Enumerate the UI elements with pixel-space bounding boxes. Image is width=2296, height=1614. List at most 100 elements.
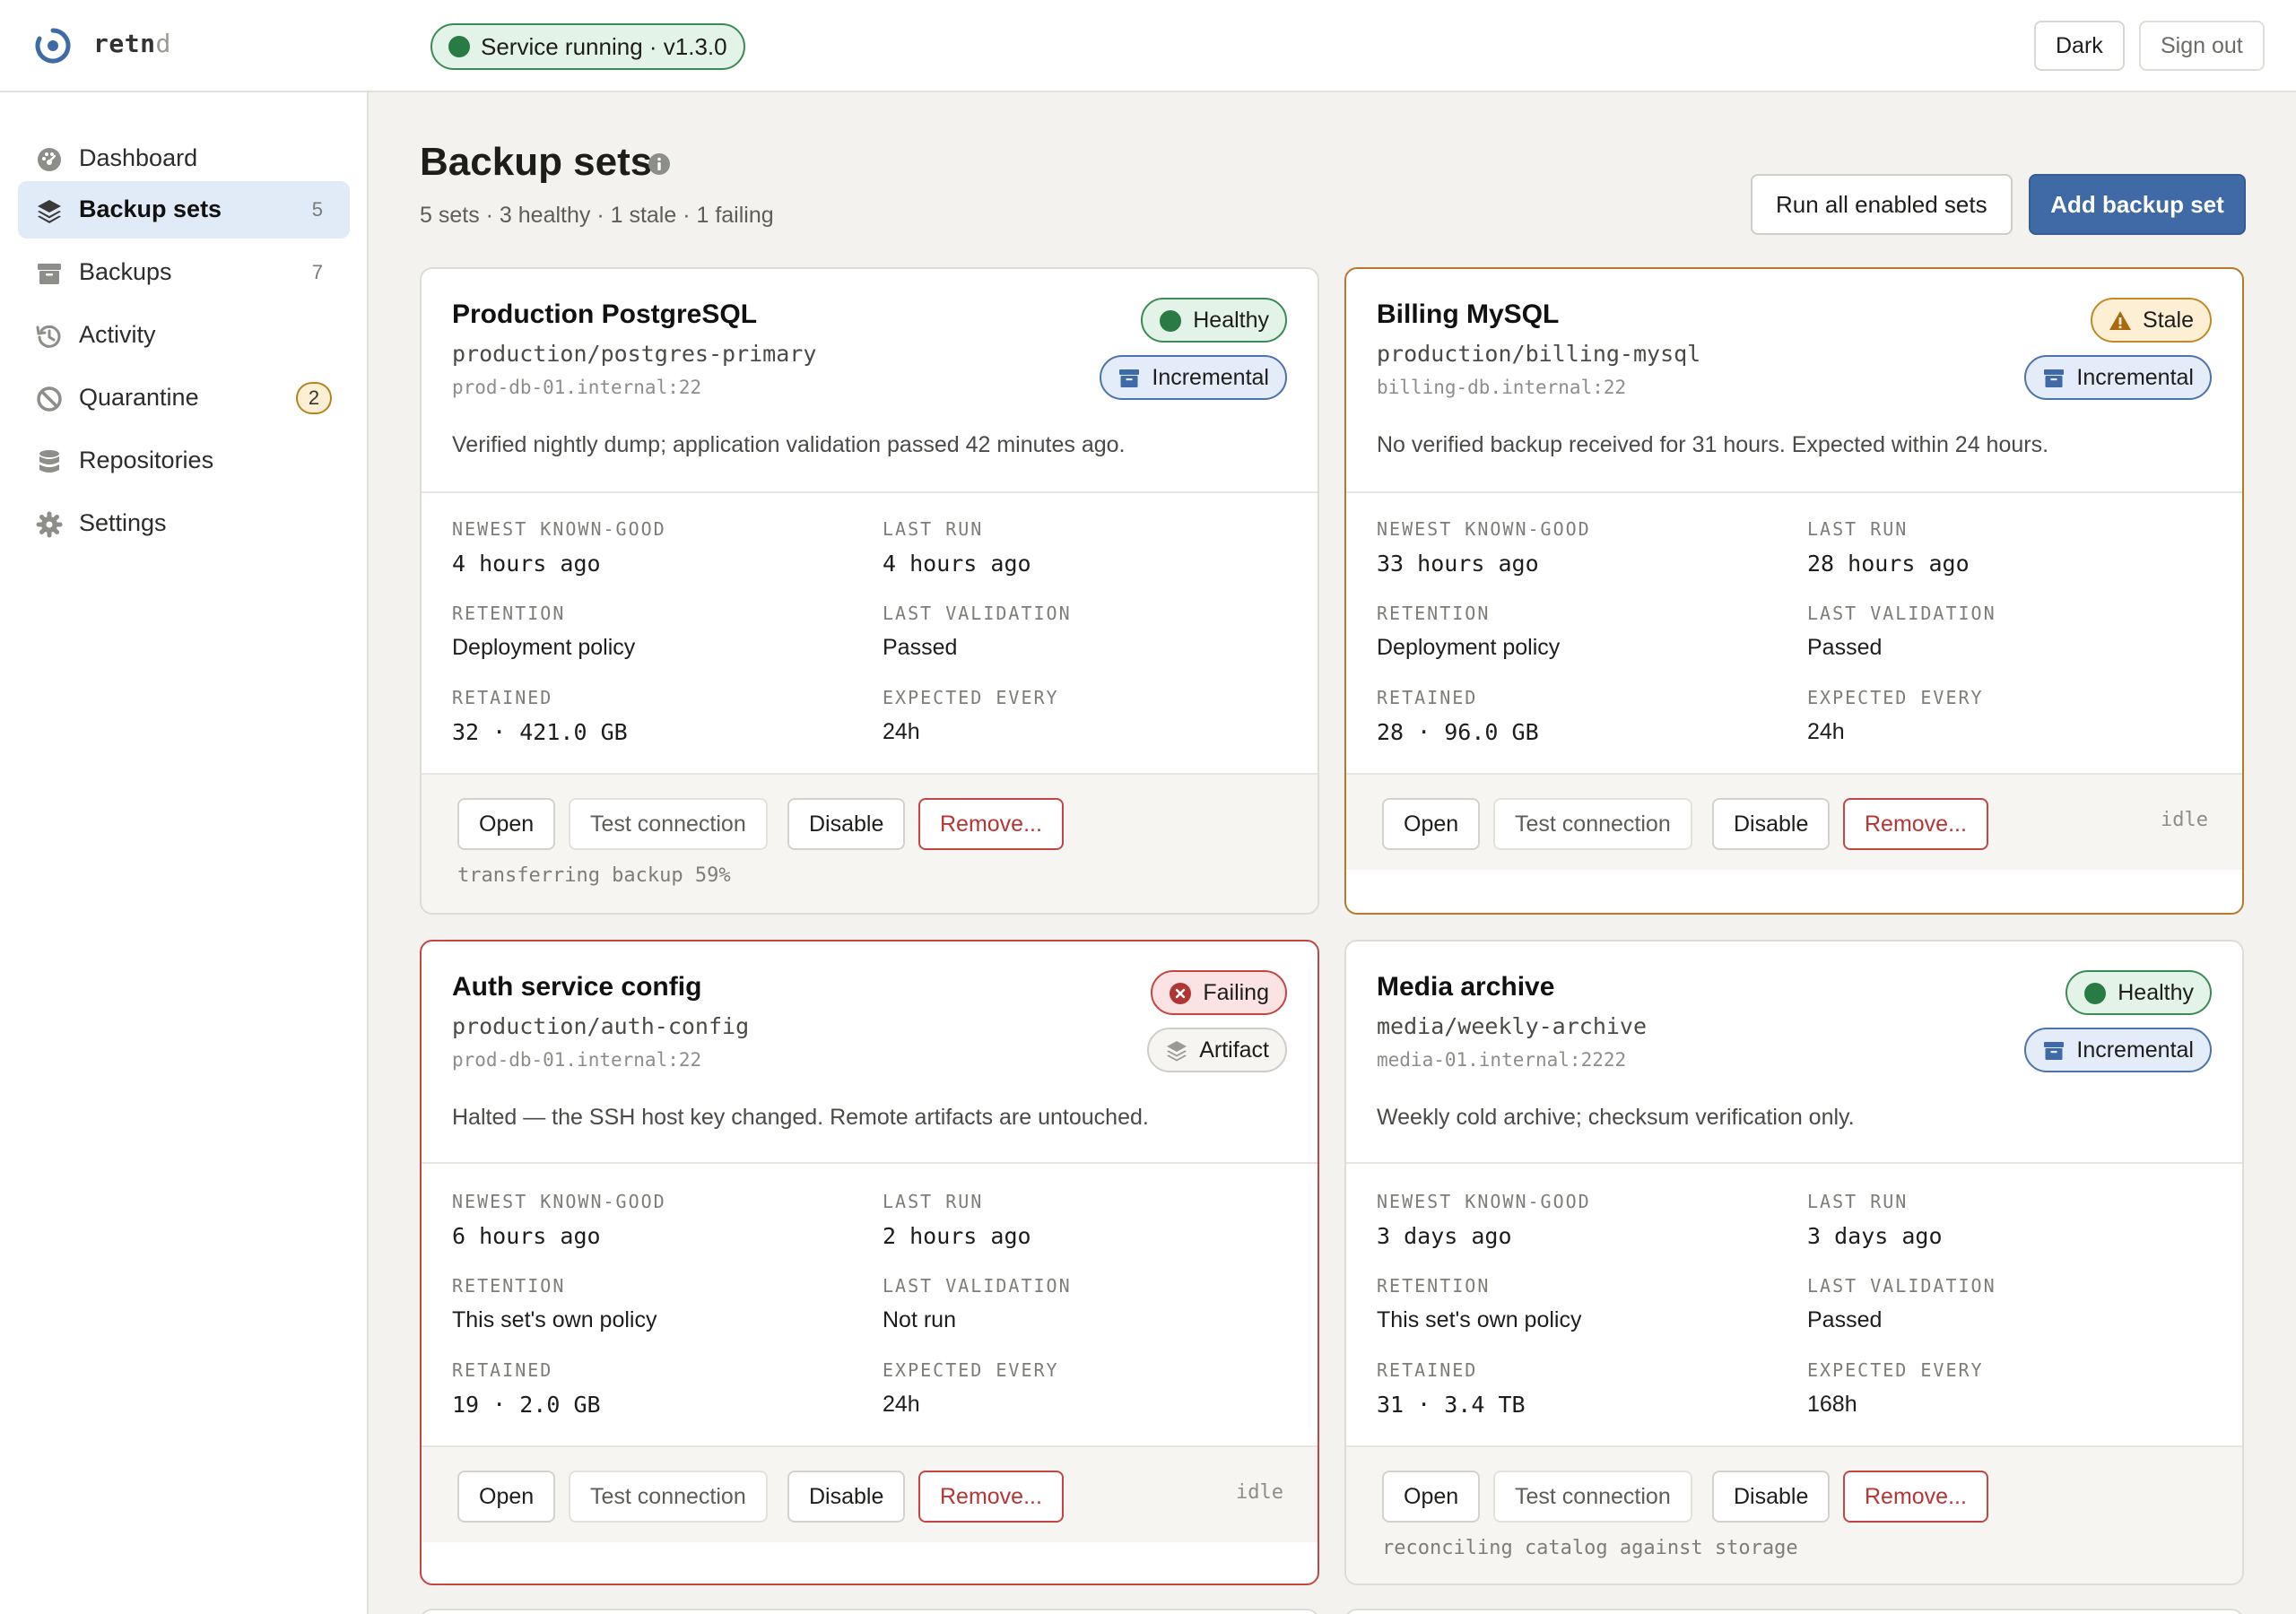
backup-set-name[interactable]: Billing MySQL — [1377, 299, 1559, 330]
expected-every-value: 24h — [1807, 719, 1845, 744]
backup-kind-badge: Incremental — [2024, 355, 2212, 400]
card-actions: Open Test connection Disable Remove... t… — [422, 775, 1318, 913]
retention-label: RETENTION — [1377, 1275, 1491, 1297]
last-validation-value: Not run — [883, 1307, 956, 1332]
test-connection-button[interactable]: Test connection — [1493, 798, 1692, 850]
backup-set-card-partial — [1344, 1609, 2244, 1614]
retained-value: 19 · 2.0 GB — [452, 1392, 601, 1418]
sidebar-item-quarantine[interactable]: Quarantine 2 — [18, 369, 350, 427]
newest-known-good-label: NEWEST KNOWN-GOOD — [452, 518, 666, 540]
top-bar: retnd Service running · v1.3.0 Dark Sign… — [0, 0, 2296, 92]
healthy-dot-icon — [1160, 310, 1182, 332]
sidebar-item-label: Repositories — [79, 447, 214, 473]
sidebar-item-settings[interactable]: Settings — [18, 495, 350, 552]
backup-kind-badge: Artifact — [1147, 1028, 1287, 1072]
add-backup-set-button[interactable]: Add backup set — [2029, 174, 2246, 235]
run-all-sets-button[interactable]: Run all enabled sets — [1751, 174, 2013, 235]
retention-label: RETENTION — [452, 1275, 566, 1297]
backup-set-path: production/billing-mysql — [1377, 341, 1701, 367]
expected-every-label: EXPECTED EVERY — [1807, 1359, 1984, 1381]
backup-set-path: production/postgres-primary — [452, 341, 817, 367]
open-button[interactable]: Open — [457, 1471, 556, 1523]
sidebar-item-backups[interactable]: Backups 7 — [18, 244, 350, 301]
error-icon — [1170, 983, 1192, 1004]
remove-button[interactable]: Remove... — [918, 1471, 1064, 1523]
backup-set-name[interactable]: Auth service config — [452, 972, 701, 1002]
backup-set-host: media-01.internal:2222 — [1377, 1049, 1627, 1071]
retention-value: This set's own policy — [452, 1307, 657, 1332]
sign-out-button[interactable]: Sign out — [2139, 21, 2265, 71]
layers-icon — [38, 200, 61, 223]
last-run-label: LAST RUN — [1807, 518, 1909, 540]
open-button[interactable]: Open — [457, 798, 556, 850]
test-connection-button[interactable]: Test connection — [569, 1471, 768, 1523]
remove-button[interactable]: Remove... — [918, 798, 1064, 850]
remove-button[interactable]: Remove... — [1843, 1471, 1988, 1523]
disable-button[interactable]: Disable — [1712, 1471, 1831, 1523]
dark-mode-button[interactable]: Dark — [2034, 21, 2125, 71]
last-run-label: LAST RUN — [1807, 1191, 1909, 1212]
card-actions: Open Test connection Disable Remove... r… — [1346, 1447, 2242, 1584]
info-icon[interactable] — [648, 152, 671, 176]
backup-set-description: Halted — the SSH host key changed. Remot… — [452, 1105, 1149, 1130]
open-button[interactable]: Open — [1382, 1471, 1481, 1523]
expected-every-value: 24h — [883, 1392, 920, 1417]
last-run-value: 4 hours ago — [883, 551, 1031, 577]
retained-value: 31 · 3.4 TB — [1377, 1392, 1526, 1418]
expected-every-value: 168h — [1807, 1392, 1857, 1417]
backup-kind-badge: Incremental — [2024, 1028, 2212, 1072]
status-badge: Stale — [2091, 298, 2212, 343]
retained-label: RETAINED — [452, 687, 553, 708]
remove-button[interactable]: Remove... — [1843, 798, 1988, 850]
last-validation-label: LAST VALIDATION — [1807, 603, 1996, 624]
last-validation-label: LAST VALIDATION — [883, 603, 1072, 624]
expected-every-value: 24h — [883, 719, 920, 744]
newest-known-good-label: NEWEST KNOWN-GOOD — [1377, 518, 1591, 540]
retention-value: This set's own policy — [1377, 1307, 1582, 1332]
retained-value: 28 · 96.0 GB — [1377, 719, 1539, 745]
status-badge: Healthy — [2066, 970, 2212, 1015]
last-validation-label: LAST VALIDATION — [1807, 1275, 1996, 1297]
last-run-label: LAST RUN — [883, 518, 984, 540]
backup-set-path: media/weekly-archive — [1377, 1013, 1648, 1039]
sidebar-item-count: 5 — [311, 198, 323, 221]
disable-button[interactable]: Disable — [1712, 798, 1831, 850]
newest-known-good-value: 4 hours ago — [452, 551, 601, 577]
backup-set-name[interactable]: Media archive — [1377, 972, 1554, 1002]
backup-set-card-partial — [420, 1609, 1319, 1614]
layers-icon — [1167, 1041, 1187, 1062]
backup-set-path: production/auth-config — [452, 1013, 750, 1039]
retained-label: RETAINED — [452, 1359, 553, 1381]
backup-set-name[interactable]: Production PostgreSQL — [452, 299, 757, 330]
backup-set-description: No verified backup received for 31 hours… — [1377, 432, 2049, 457]
sidebar-item-activity[interactable]: Activity — [18, 307, 350, 364]
status-badge: Healthy — [1141, 298, 1287, 343]
sidebar-item-label: Backup sets — [79, 195, 222, 222]
disable-button[interactable]: Disable — [787, 1471, 906, 1523]
card-actions: Open Test connection Disable Remove... i… — [1346, 775, 2242, 870]
gear-icon — [36, 511, 63, 538]
last-run-label: LAST RUN — [883, 1191, 984, 1212]
card-divider — [422, 1162, 1318, 1164]
sidebar-item-dashboard[interactable]: Dashboard — [18, 130, 350, 187]
warning-icon — [2109, 311, 2132, 330]
archive-box-icon — [38, 264, 61, 284]
retention-label: RETENTION — [1377, 603, 1491, 624]
disable-button[interactable]: Disable — [787, 798, 906, 850]
open-button[interactable]: Open — [1382, 798, 1481, 850]
service-status-badge: Service running · v1.3.0 — [430, 23, 745, 70]
expected-every-label: EXPECTED EVERY — [883, 1359, 1059, 1381]
last-run-value: 3 days ago — [1807, 1223, 1943, 1249]
run-progress-note: transferring backup 59% — [457, 864, 731, 887]
sidebar-item-repositories[interactable]: Repositories — [18, 432, 350, 490]
quarantine-count-badge: 2 — [296, 382, 332, 414]
test-connection-button[interactable]: Test connection — [1493, 1471, 1692, 1523]
backup-set-card: Auth service config production/auth-conf… — [420, 940, 1319, 1585]
sidebar-item-label: Dashboard — [79, 144, 198, 171]
backup-kind-badge: Incremental — [1100, 355, 1287, 400]
brand-name: retnd — [93, 29, 171, 58]
sidebar: Dashboard Backup sets 5 Backups 7 Activi… — [0, 92, 369, 1614]
sidebar-item-backup-sets[interactable]: Backup sets 5 — [18, 181, 350, 239]
test-connection-button[interactable]: Test connection — [569, 798, 768, 850]
backup-set-card: Billing MySQL production/billing-mysql b… — [1344, 267, 2244, 915]
